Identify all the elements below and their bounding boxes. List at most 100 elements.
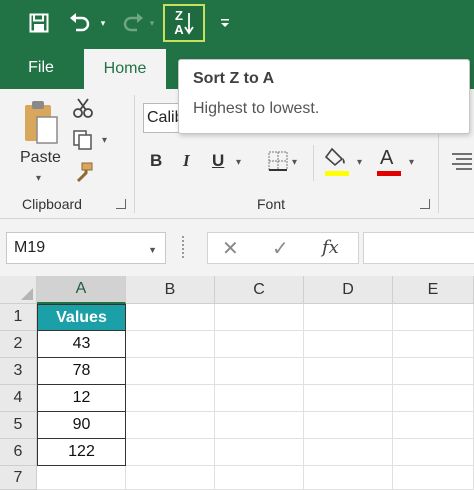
table-cell[interactable]: 122 [37,439,126,466]
grid-cell[interactable] [215,439,304,466]
grid-cell[interactable] [393,331,474,358]
formula-buttons: ✕ ✓ fx [207,232,359,264]
undo-button[interactable] [64,4,96,42]
row-header-3[interactable]: 3 [0,358,37,385]
fill-color-dropdown-icon: ▾ [357,157,363,168]
formula-input[interactable] [363,232,474,264]
clipboard-group-label: Clipboard [22,196,82,212]
bold-button[interactable]: B [150,151,162,171]
grid-cell[interactable] [215,466,304,490]
table-cell[interactable]: 12 [37,385,126,412]
font-color-button[interactable]: A ▾ [376,147,420,177]
row-header-2[interactable]: 2 [0,331,37,358]
copy-button[interactable]: ▾ [72,129,116,153]
table-cell[interactable]: 90 [37,412,126,439]
underline-button[interactable]: U [212,151,224,171]
font-color-dropdown-icon: ▾ [409,157,415,168]
italic-button[interactable]: I [183,151,190,171]
table-cell[interactable]: 78 [37,358,126,385]
grid-cell[interactable] [215,358,304,385]
header-cell-values[interactable]: Values [37,304,126,331]
paint-bucket-icon [324,147,345,167]
tab-file[interactable]: File [14,47,68,89]
grid-cell[interactable] [126,439,215,466]
grid-cell[interactable] [393,412,474,439]
grid-cell[interactable] [304,331,393,358]
row-header-5[interactable]: 5 [0,412,37,439]
font-separator [313,145,314,181]
row-header-6[interactable]: 6 [0,439,37,466]
grid-cell[interactable] [304,412,393,439]
save-icon [29,13,49,33]
grid-cell[interactable] [126,385,215,412]
select-all-button[interactable] [0,276,37,304]
insert-function-button[interactable]: fx [322,237,339,258]
customize-qat-button[interactable] [216,4,234,42]
borders-icon [268,151,288,171]
clipboard-dialog-launcher[interactable] [116,199,126,209]
name-box[interactable]: M19 ▼ [6,232,166,264]
undo-dropdown-button[interactable]: ▾ [96,4,110,42]
grid-cell[interactable] [126,304,215,331]
row-header-4[interactable]: 4 [0,385,37,412]
sort-z-to-a-button[interactable]: Z A [163,4,205,42]
grid-cell[interactable] [126,358,215,385]
row-header-1[interactable]: 1 [0,304,37,331]
paste-dropdown-icon: ▾ [36,173,42,184]
grid-cell[interactable] [304,466,393,490]
formula-bar-grip[interactable] [182,236,185,258]
format-painter-button[interactable] [72,161,96,185]
column-header-b[interactable]: B [126,276,215,304]
sort-tooltip: Sort Z to A Highest to lowest. [178,59,470,134]
grid-cell[interactable] [215,331,304,358]
customize-qat-icon [221,19,229,27]
column-header-a[interactable]: A [37,276,126,304]
grid-cell[interactable] [215,385,304,412]
grid-cell[interactable] [304,439,393,466]
grid-cell[interactable] [393,358,474,385]
column-header-c[interactable]: C [215,276,304,304]
group-separator [134,95,135,213]
grid-cell[interactable] [304,385,393,412]
grid-cell[interactable] [126,412,215,439]
sort-z-to-a-icon: Z A [174,8,194,37]
grid-cell[interactable] [215,304,304,331]
spreadsheet-grid: A B C D E 1 2 3 4 5 6 7 Values 43 78 12 … [0,276,474,490]
borders-dropdown-icon: ▾ [292,157,298,168]
format-painter-icon [76,162,93,183]
paste-button[interactable]: Paste ▾ [16,95,66,191]
row-header-7[interactable]: 7 [0,466,37,490]
grid-cell[interactable] [215,412,304,439]
grid-cell[interactable] [304,358,393,385]
name-box-dropdown-icon[interactable]: ▼ [148,245,157,255]
cancel-icon[interactable]: ✕ [222,236,239,261]
redo-icon [123,13,143,32]
grid-cell[interactable] [393,466,474,490]
redo-dropdown-button[interactable]: ▾ [146,4,158,42]
grid-cell[interactable] [393,304,474,331]
grid-cell[interactable] [37,466,126,490]
table-cell[interactable]: 43 [37,331,126,358]
cut-button[interactable] [72,97,96,121]
font-dialog-launcher[interactable] [420,199,430,209]
grid-cell[interactable] [126,466,215,490]
borders-button[interactable]: ▾ [268,151,298,173]
column-header-d[interactable]: D [304,276,393,304]
select-all-icon [21,288,33,300]
grid-cell[interactable] [126,331,215,358]
align-button[interactable] [450,151,474,173]
tooltip-description: Highest to lowest. [193,100,320,117]
save-button[interactable] [20,4,58,42]
grid-cell[interactable] [393,439,474,466]
sort-glyph-z: Z [175,8,183,23]
paste-label: Paste [20,149,61,166]
undo-icon [70,13,90,32]
redo-button[interactable] [118,4,148,42]
column-header-e[interactable]: E [393,276,474,304]
tab-home[interactable]: Home [84,49,166,89]
grid-cell[interactable] [393,385,474,412]
grid-cell[interactable] [304,304,393,331]
enter-icon[interactable]: ✓ [272,236,289,261]
underline-dropdown-icon[interactable]: ▾ [236,157,241,168]
fill-color-button[interactable]: ▾ [324,147,368,177]
